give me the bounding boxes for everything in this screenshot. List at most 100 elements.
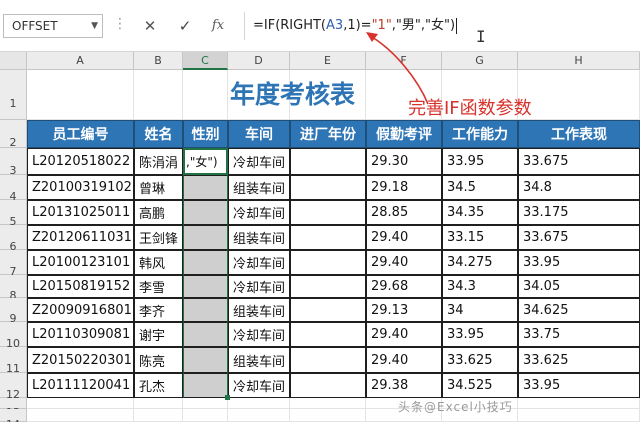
table-cell[interactable]: 组装车间 (228, 225, 290, 250)
name-box[interactable]: OFFSET ▼ (3, 14, 103, 38)
grid-cell[interactable] (183, 398, 228, 409)
table-cell[interactable]: 33.95 (518, 373, 640, 398)
table-cell[interactable]: 34.525 (442, 373, 518, 398)
grid-cell[interactable] (228, 409, 290, 422)
table-cell[interactable]: Z20090916801 (27, 298, 134, 322)
grid-cell[interactable] (134, 409, 183, 422)
column-header-C[interactable]: C (183, 52, 228, 70)
table-cell[interactable]: 冷却车间 (228, 200, 290, 225)
grid-cell[interactable] (228, 398, 290, 409)
table-cell[interactable]: 33.95 (442, 322, 518, 347)
row-header-10[interactable]: 10 (0, 322, 27, 350)
grid-cell[interactable] (183, 409, 228, 422)
table-cell[interactable]: 曾琳 (134, 175, 183, 200)
table-cell[interactable] (183, 275, 228, 298)
table-cell[interactable] (290, 200, 366, 225)
table-header-cell[interactable]: 工作表现 (518, 120, 640, 148)
enter-button[interactable]: ✓ (173, 14, 197, 38)
table-cell[interactable]: 33.625 (518, 347, 640, 373)
table-cell[interactable]: 34 (442, 298, 518, 322)
table-header-cell[interactable]: 姓名 (134, 120, 183, 148)
table-cell[interactable]: 34.8 (518, 175, 640, 200)
table-cell[interactable]: 29.18 (366, 175, 442, 200)
table-cell[interactable] (290, 322, 366, 347)
grid-cell[interactable] (134, 398, 183, 409)
table-cell[interactable]: 陈亮 (134, 347, 183, 373)
row-header-13[interactable]: 13 (0, 398, 27, 419)
row-header-5[interactable]: 5 (0, 200, 27, 228)
table-cell[interactable]: L20120518022 (27, 148, 134, 175)
row-header-9[interactable]: 9 (0, 298, 27, 325)
table-cell[interactable]: L20110309081 (27, 322, 134, 347)
column-header-D[interactable]: D (228, 52, 290, 70)
table-cell[interactable] (183, 225, 228, 250)
table-cell[interactable] (290, 347, 366, 373)
table-cell[interactable]: 冷却车间 (228, 148, 290, 175)
table-cell[interactable] (290, 298, 366, 322)
table-header-cell[interactable]: 进厂年份 (290, 120, 366, 148)
table-cell[interactable] (183, 373, 228, 398)
table-cell[interactable] (183, 175, 228, 200)
table-cell[interactable] (183, 250, 228, 275)
row-header-12[interactable]: 12 (0, 373, 27, 401)
table-cell[interactable]: 王剑锋 (134, 225, 183, 250)
table-cell[interactable]: 34.05 (518, 275, 640, 298)
table-header-cell[interactable]: 员工编号 (27, 120, 134, 148)
table-cell[interactable]: 冷却车间 (228, 275, 290, 298)
table-cell[interactable] (290, 148, 366, 175)
column-header-G[interactable]: G (442, 52, 518, 70)
grid-cell[interactable] (518, 409, 640, 422)
table-header-cell[interactable]: 车间 (228, 120, 290, 148)
row-header-11[interactable]: 11 (0, 347, 27, 375)
column-header-F[interactable]: F (366, 52, 442, 70)
table-cell[interactable]: 33.95 (442, 148, 518, 175)
table-cell[interactable] (290, 225, 366, 250)
table-cell[interactable]: Z20100319102 (27, 175, 134, 200)
table-cell[interactable]: 组装车间 (228, 347, 290, 373)
row-header-3[interactable]: 3 (0, 148, 27, 177)
table-cell[interactable]: 李齐 (134, 298, 183, 322)
table-cell[interactable]: 29.40 (366, 250, 442, 275)
formula-input[interactable]: =IF(RIGHT(A3,1)="1","男","女") (244, 12, 638, 40)
table-cell[interactable]: 34.35 (442, 200, 518, 225)
table-cell[interactable]: 29.38 (366, 373, 442, 398)
table-cell[interactable]: 34.625 (518, 298, 640, 322)
table-cell[interactable] (183, 322, 228, 347)
table-cell[interactable]: 33.175 (518, 200, 640, 225)
grid-cell[interactable] (290, 409, 366, 422)
table-cell[interactable] (183, 200, 228, 225)
table-cell[interactable]: L20131025011 (27, 200, 134, 225)
table-cell[interactable]: 冷却车间 (228, 373, 290, 398)
row-header-8[interactable]: 8 (0, 275, 27, 302)
table-cell[interactable]: 李雪 (134, 275, 183, 298)
table-cell[interactable] (290, 175, 366, 200)
column-header-B[interactable]: B (134, 52, 183, 70)
select-all-corner[interactable] (0, 52, 27, 70)
row-header-14[interactable]: 14 (0, 409, 27, 422)
table-header-cell[interactable]: 性别 (183, 120, 228, 148)
table-cell[interactable] (183, 347, 228, 373)
row-header-4[interactable]: 4 (0, 175, 27, 203)
table-header-cell[interactable]: 假勤考评 (366, 120, 442, 148)
table-cell[interactable]: 高鹏 (134, 200, 183, 225)
table-cell[interactable]: 28.85 (366, 200, 442, 225)
table-cell[interactable]: 冷却车间 (228, 322, 290, 347)
table-cell[interactable]: 陈涓涓 (134, 148, 183, 175)
table-cell[interactable]: 谢宇 (134, 322, 183, 347)
table-cell[interactable]: 33.625 (442, 347, 518, 373)
table-cell[interactable]: 韩风 (134, 250, 183, 275)
table-cell[interactable]: 33.95 (518, 250, 640, 275)
table-cell[interactable]: 29.40 (366, 347, 442, 373)
chevron-down-icon[interactable]: ▼ (91, 15, 98, 37)
column-header-H[interactable]: H (518, 52, 640, 70)
table-cell[interactable]: 33.75 (518, 322, 640, 347)
table-cell[interactable]: 29.40 (366, 225, 442, 250)
grid-cell[interactable] (27, 398, 134, 409)
table-cell[interactable]: 冷却车间 (228, 250, 290, 275)
table-cell[interactable] (290, 373, 366, 398)
table-cell[interactable]: Z20120611031 (27, 225, 134, 250)
column-header-E[interactable]: E (290, 52, 366, 70)
table-cell[interactable]: L20100123101 (27, 250, 134, 275)
table-cell[interactable] (290, 250, 366, 275)
fill-handle[interactable] (225, 395, 230, 400)
